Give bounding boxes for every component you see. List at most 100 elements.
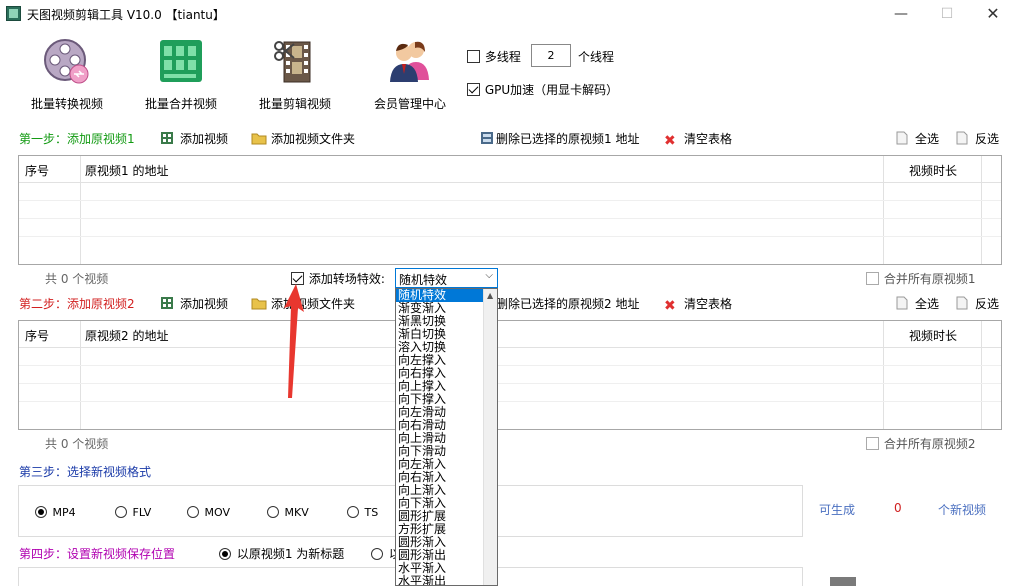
format-option-mkv[interactable]: MKV xyxy=(267,505,309,519)
step2-delete-selected-button[interactable]: 删除已选择的原视频2 地址 xyxy=(480,295,639,313)
video2-table[interactable]: 序号 原视频2 的地址 视频时长 xyxy=(18,320,1002,430)
transition-select[interactable]: 随机特效 ⌵ xyxy=(395,268,498,288)
page-icon xyxy=(895,296,909,310)
step1-clear-table-button[interactable]: ✖ 清空表格 xyxy=(664,130,732,148)
thread-count-input[interactable]: 2 xyxy=(531,44,571,67)
title-label-video1: 以原视频1 为新标题 xyxy=(236,547,345,561)
step2-delete-selected-label: 删除已选择的原视频2 地址 xyxy=(496,297,640,311)
gpu-option[interactable]: GPU加速（用显卡解码） xyxy=(467,81,618,98)
transition-selected-value: 随机特效 xyxy=(399,273,448,287)
format-option-mov[interactable]: MOV xyxy=(187,505,230,519)
film-delete-icon xyxy=(480,131,494,145)
batch-edit-button[interactable]: 批量剪辑视频 xyxy=(243,36,347,112)
multithread-label: 多线程 xyxy=(484,50,521,64)
film-reel-icon xyxy=(42,36,92,86)
format-radio-ts[interactable] xyxy=(347,506,359,518)
member-center-button[interactable]: 会员管理中心 xyxy=(358,36,462,112)
page-icon xyxy=(955,131,969,145)
video1-table[interactable]: 序号 原视频1 的地址 视频时长 xyxy=(18,155,1002,265)
gpu-label: GPU加速（用显卡解码） xyxy=(484,83,619,97)
step1-add-video-button[interactable]: 添加视频 xyxy=(160,130,228,148)
app-icon xyxy=(6,6,21,21)
film-add-icon xyxy=(160,131,174,145)
video1-col-path: 原视频1 的地址 xyxy=(85,164,169,178)
title-radio-video1[interactable] xyxy=(219,547,231,560)
format-label-mov: MOV xyxy=(204,505,230,519)
format-label-flv: FLV xyxy=(132,505,152,519)
batch-edit-label: 批量剪辑视频 xyxy=(258,97,331,111)
multithread-option[interactable]: 多线程 xyxy=(467,48,521,65)
format-option-ts[interactable]: TS xyxy=(347,505,378,519)
can-generate-label: 可生成 xyxy=(819,503,856,517)
video2-col-path: 原视频2 的地址 xyxy=(85,329,169,343)
step1-delete-selected-button[interactable]: 删除已选择的原视频1 地址 xyxy=(480,130,639,148)
step1-invert-button[interactable]: 反选 xyxy=(955,130,999,148)
format-label-ts: TS xyxy=(364,505,379,519)
batch-convert-button[interactable]: 批量转换视频 xyxy=(15,36,119,112)
close-button[interactable]: ✕ xyxy=(970,0,1016,28)
merge-all-video2-checkbox[interactable] xyxy=(866,437,879,450)
page-icon xyxy=(955,296,969,310)
video1-col-duration: 视频时长 xyxy=(909,164,958,178)
step2-invert-button[interactable]: 反选 xyxy=(955,295,999,313)
transition-option-item[interactable]: 水平渐出 xyxy=(396,575,497,586)
step2-select-all-label: 全选 xyxy=(915,297,940,311)
step3-title: 第三步：选择新视频格式 xyxy=(19,465,152,479)
batch-convert-label: 批量转换视频 xyxy=(30,97,103,111)
video2-col-duration: 视频时长 xyxy=(909,329,958,343)
generate-count: 0 xyxy=(894,501,902,515)
step2-clear-table-label: 清空表格 xyxy=(684,297,733,311)
format-option-flv[interactable]: FLV xyxy=(115,505,151,519)
step2-select-all-button[interactable]: 全选 xyxy=(895,295,939,313)
title-bar: 天图视频剪辑工具 V10.0 【tiantu】 — ☐ ✕ xyxy=(0,0,1020,28)
step1-add-folder-label: 添加视频文件夹 xyxy=(271,132,356,146)
step4-title: 第四步：设置新视频保存位置 xyxy=(19,547,176,561)
new-videos-label: 个新视频 xyxy=(938,503,987,517)
format-option-mp4[interactable]: MP4 xyxy=(35,505,76,519)
step1-add-folder-button[interactable]: 添加视频文件夹 xyxy=(251,130,355,148)
transition-options: 随机特效 渐变渐入 渐黑切换 渐白切换 溶入切换 向左撑入 向右撑入 向上撑入 向下撑入 向左滑动… xyxy=(396,289,497,586)
gpu-checkbox[interactable] xyxy=(467,83,480,96)
step1-delete-selected-label: 删除已选择的原视频1 地址 xyxy=(496,132,640,146)
film-add-icon xyxy=(160,296,174,310)
batch-merge-label: 批量合并视频 xyxy=(144,97,217,111)
format-radio-mp4[interactable] xyxy=(35,506,47,518)
minimize-button[interactable]: — xyxy=(878,0,924,28)
step1-add-video-label: 添加视频 xyxy=(180,132,229,146)
folder-browse-icon[interactable] xyxy=(830,577,856,586)
step2-invert-label: 反选 xyxy=(975,297,1000,311)
step2-title: 第二步：添加原视频2 xyxy=(19,297,135,311)
step2-add-video-button[interactable]: 添加视频 xyxy=(160,295,228,313)
merge-all-video2-option[interactable]: 合并所有原视频2 xyxy=(866,435,975,452)
batch-merge-button[interactable]: 批量合并视频 xyxy=(129,36,233,112)
format-label-mp4: MP4 xyxy=(52,505,76,519)
transition-dropdown-list[interactable]: 随机特效 渐变渐入 渐黑切换 渐白切换 溶入切换 向左撑入 向右撑入 向上撑入 向下撑入 向左滑动… xyxy=(395,288,498,586)
format-radio-mkv[interactable] xyxy=(267,506,279,518)
step2-clear-table-button[interactable]: ✖ 清空表格 xyxy=(664,295,732,313)
window-title: 天图视频剪辑工具 V10.0 【tiantu】 xyxy=(27,8,225,22)
red-x-icon: ✖ xyxy=(664,133,676,149)
merge-all-video2-label: 合并所有原视频2 xyxy=(883,437,976,451)
step2-add-video-label: 添加视频 xyxy=(180,297,229,311)
step1-select-all-button[interactable]: 全选 xyxy=(895,130,939,148)
dropdown-scrollbar[interactable]: ▲ xyxy=(483,289,497,585)
format-radio-flv[interactable] xyxy=(115,506,127,518)
merge-all-video1-option[interactable]: 合并所有原视频1 xyxy=(866,270,975,287)
video2-col-index: 序号 xyxy=(25,329,50,343)
maximize-button[interactable]: ☐ xyxy=(924,0,970,28)
format-radio-mov[interactable] xyxy=(187,506,199,518)
merge-all-video1-checkbox[interactable] xyxy=(866,272,879,285)
video1-count: 共 0 个视频 xyxy=(45,272,109,286)
folder-icon xyxy=(251,296,267,310)
merge-all-video1-label: 合并所有原视频1 xyxy=(883,272,976,286)
title-radio-other[interactable] xyxy=(371,547,383,560)
film-scissors-icon xyxy=(270,36,320,86)
multithread-checkbox[interactable] xyxy=(467,50,480,63)
video2-count: 共 0 个视频 xyxy=(45,437,109,451)
step1-select-all-label: 全选 xyxy=(915,132,940,146)
red-arrow-annotation xyxy=(284,284,304,398)
title-option-video1[interactable]: 以原视频1 为新标题 xyxy=(219,545,344,562)
users-icon xyxy=(385,36,435,86)
scroll-up-icon[interactable]: ▲ xyxy=(487,291,493,300)
format-label-mkv: MKV xyxy=(284,505,309,519)
